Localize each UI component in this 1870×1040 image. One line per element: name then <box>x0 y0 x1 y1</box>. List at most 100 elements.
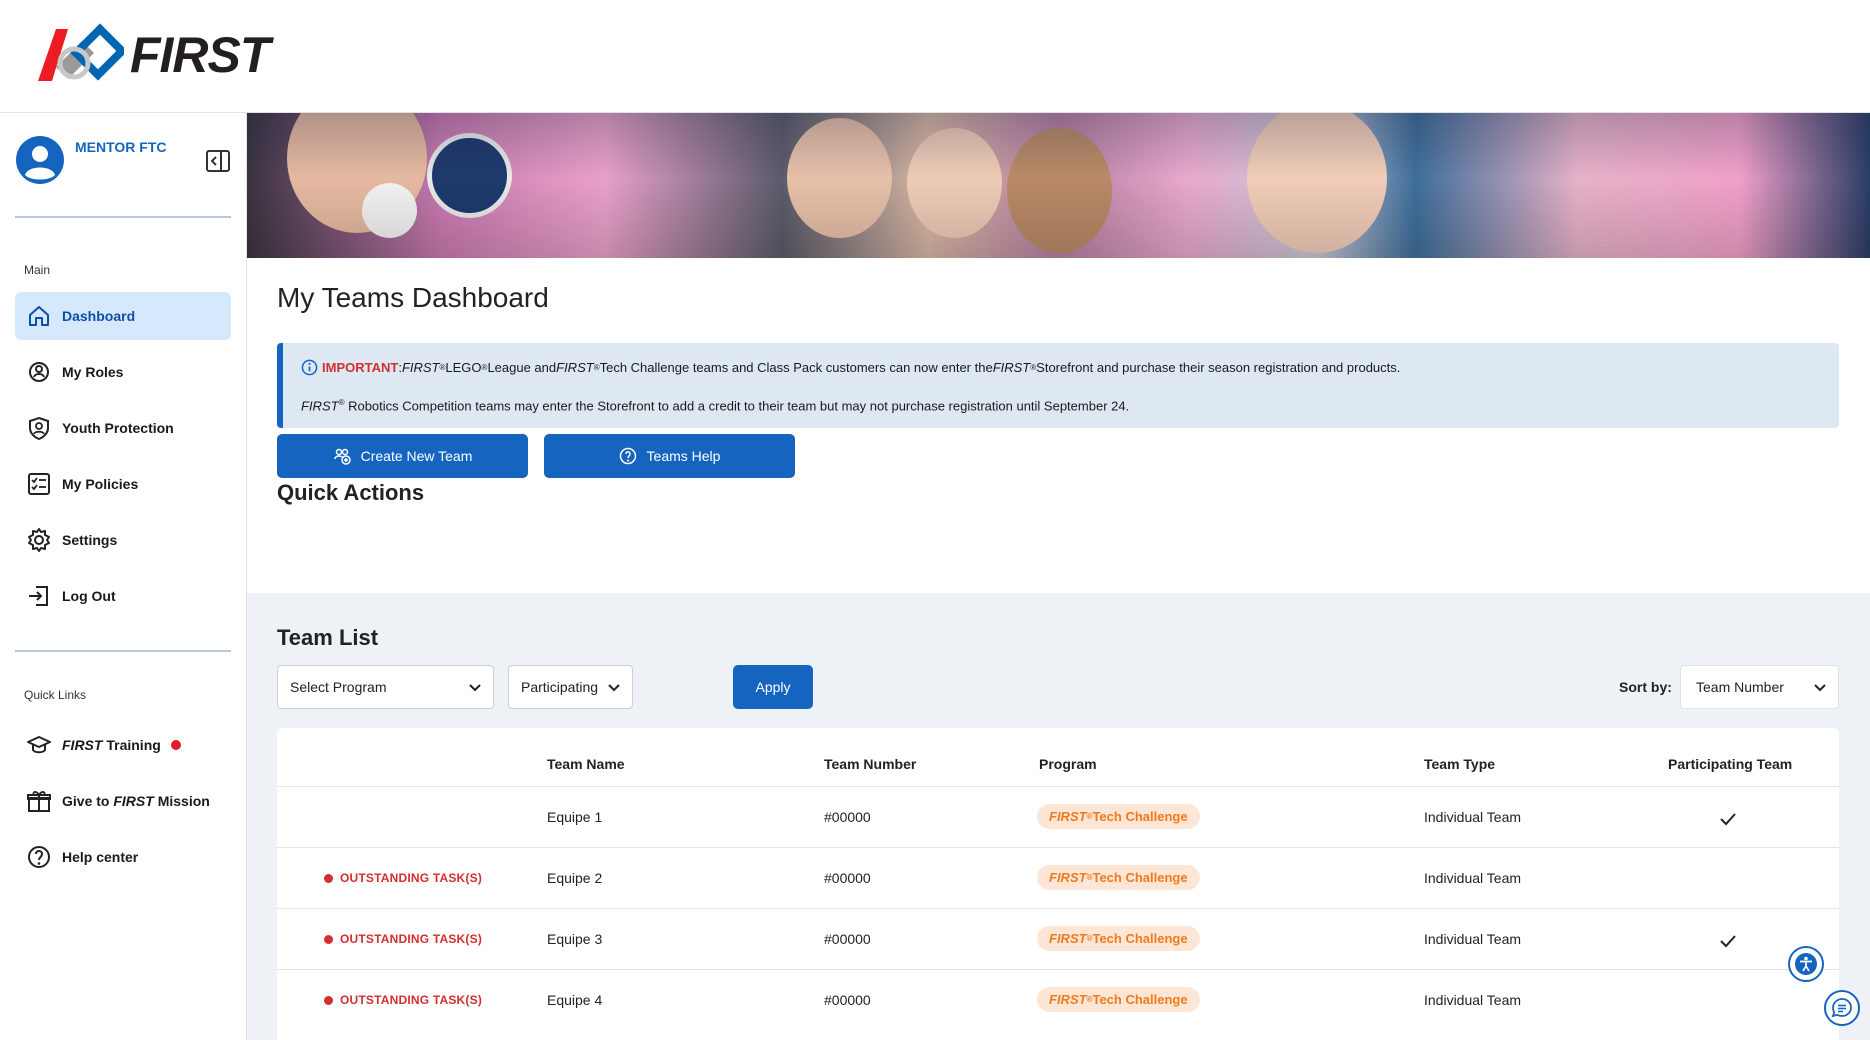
sort-select-value: Team Number <box>1696 679 1784 695</box>
table-row[interactable]: OUTSTANDING TASK(S) Equipe 4 #00000 FIRS… <box>277 969 1839 1030</box>
checklist-icon <box>28 473 50 495</box>
accessibility-button[interactable] <box>1788 946 1824 982</box>
logout-icon <box>29 586 48 606</box>
outstanding-tasks-indicator[interactable]: OUTSTANDING TASK(S) <box>324 871 482 885</box>
user-name[interactable]: MENTOR FTC <box>75 139 167 155</box>
outstanding-tasks-label: OUTSTANDING TASK(S) <box>340 932 483 946</box>
team-list-title: Team List <box>277 625 379 650</box>
sidebar-divider <box>15 216 231 218</box>
table-row[interactable]: Equipe 1 #00000 FIRST ® Tech Challenge In… <box>277 786 1839 847</box>
apply-button[interactable]: Apply <box>733 665 813 709</box>
quick-link-give-to-first-mission[interactable]: Give to FIRST Mission <box>15 777 231 825</box>
outstanding-tasks-indicator[interactable]: OUTSTANDING TASK(S) <box>324 932 482 946</box>
add-team-icon <box>333 448 351 465</box>
give-pre: Give to <box>62 793 114 809</box>
column-header-program[interactable]: Program <box>1039 756 1097 772</box>
sidebar-item-dashboard[interactable]: Dashboard <box>15 292 231 340</box>
teams-help-button[interactable]: Teams Help <box>544 434 795 478</box>
section-label-quick-links: Quick Links <box>24 688 87 702</box>
quick-link-first-training[interactable]: FIRST Training <box>15 721 231 769</box>
give-rest: Mission <box>153 793 210 809</box>
table-row[interactable]: OUTSTANDING TASK(S) Equipe 3 #00000 FIRS… <box>277 908 1839 969</box>
sidebar-item-label: Log Out <box>62 588 116 604</box>
gift-icon <box>27 791 51 812</box>
first-logo-mark-icon <box>38 23 124 81</box>
first-logo[interactable]: FIRST <box>34 20 294 90</box>
create-new-team-label: Create New Team <box>360 448 473 464</box>
team-type-cell: Individual Team <box>1424 992 1522 1008</box>
sort-select[interactable]: Team Number <box>1680 665 1839 709</box>
give-first: FIRST <box>113 793 154 809</box>
participation-select[interactable]: Participating <box>508 665 633 709</box>
sidebar-item-youth-protection[interactable]: Youth Protection <box>15 404 231 452</box>
alert-dot <box>324 934 333 944</box>
chat-button[interactable] <box>1824 990 1860 1026</box>
alert-dot <box>324 995 333 1005</box>
notice-first: FIRST <box>992 360 1031 375</box>
notice-line-1: IMPORTANT: FIRST ® LEGO ® League and FIRST… <box>301 359 1400 376</box>
sort-label: Sort by: <box>1619 679 1672 695</box>
help-circle-icon <box>619 447 636 465</box>
quick-link-help-center[interactable]: Help center <box>15 833 231 881</box>
graduation-cap-icon <box>27 736 51 754</box>
sidebar-item-my-roles[interactable]: My Roles <box>15 348 231 396</box>
chevron-down-icon <box>608 684 620 692</box>
outstanding-tasks-label: OUTSTANDING TASK(S) <box>340 871 483 885</box>
program-badge-rest: Tech Challenge <box>1092 809 1188 824</box>
accessibility-icon <box>1795 953 1817 975</box>
column-header-team-type[interactable]: Team Type <box>1424 756 1495 772</box>
program-badge-first: FIRST <box>1049 931 1087 946</box>
section-label-main: Main <box>24 263 51 277</box>
program-badge: FIRST ® Tech Challenge <box>1037 987 1200 1012</box>
user-profile: MENTOR FTC <box>15 135 235 195</box>
create-new-team-button[interactable]: Create New Team <box>277 434 528 478</box>
team-table: Team Name Team Number Program Team Type … <box>277 728 1839 1040</box>
sidebar-item-my-policies[interactable]: My Policies <box>15 460 231 508</box>
team-name-cell[interactable]: Equipe 3 <box>547 931 602 947</box>
help-circle-icon <box>28 846 50 868</box>
sidebar-item-label: Dashboard <box>62 308 136 324</box>
column-header-team-name[interactable]: Team Name <box>547 756 625 772</box>
notice-first: FIRST <box>556 360 594 375</box>
team-name-cell[interactable]: Equipe 1 <box>547 809 602 825</box>
sidebar-item-label: Youth Protection <box>62 420 174 436</box>
avatar-icon[interactable] <box>15 135 65 185</box>
collapse-sidebar-icon[interactable] <box>205 148 231 174</box>
program-badge: FIRST ® Tech Challenge <box>1037 865 1200 890</box>
logo-wordmark: FIRST <box>130 27 270 83</box>
quick-actions-title: Quick Actions <box>277 480 425 505</box>
sidebar-item-label: My Policies <box>62 476 139 492</box>
column-header-team-number[interactable]: Team Number <box>824 756 916 772</box>
notice-text: LEGO <box>445 360 482 375</box>
training-first: FIRST <box>62 737 103 753</box>
program-badge-first: FIRST <box>1049 992 1087 1007</box>
teams-help-label: Teams Help <box>646 448 721 464</box>
program-select[interactable]: Select Program <box>277 665 494 709</box>
alert-dot <box>324 873 333 883</box>
team-number-cell: #00000 <box>824 931 871 947</box>
table-row[interactable]: OUTSTANDING TASK(S) Equipe 2 #00000 FIRS… <box>277 847 1839 908</box>
notification-dot <box>170 740 181 750</box>
outstanding-tasks-indicator[interactable]: OUTSTANDING TASK(S) <box>324 993 482 1007</box>
notice-line-2: FIRST® Robotics Competition teams may en… <box>301 398 1129 413</box>
important-notice: IMPORTANT: FIRST ® LEGO ® League and FIRST… <box>277 343 1839 428</box>
column-header-participating-team[interactable]: Participating Team <box>1668 756 1792 772</box>
notice-first: FIRST <box>301 398 339 414</box>
training-rest: Training <box>102 737 161 753</box>
banner-shade <box>247 113 1870 258</box>
notice-text: League and <box>487 360 557 375</box>
sidebar-item-settings[interactable]: Settings <box>15 516 231 564</box>
team-number-cell: #00000 <box>824 992 871 1008</box>
team-type-cell: Individual Team <box>1424 809 1522 825</box>
team-name-cell[interactable]: Equipe 4 <box>547 992 602 1008</box>
program-badge-first: FIRST <box>1049 809 1087 824</box>
sidebar-divider <box>15 650 231 652</box>
notice-important: IMPORTANT <box>322 360 399 375</box>
program-select-value: Select Program <box>290 679 387 695</box>
sidebar-item-label: Help center <box>62 849 139 865</box>
chevron-down-icon <box>1814 684 1826 692</box>
team-list-section: Team List Select Program Participating A… <box>247 593 1870 1040</box>
team-name-cell[interactable]: Equipe 2 <box>547 870 602 886</box>
team-number-cell: #00000 <box>824 809 871 825</box>
sidebar-item-log-out[interactable]: Log Out <box>15 572 231 620</box>
